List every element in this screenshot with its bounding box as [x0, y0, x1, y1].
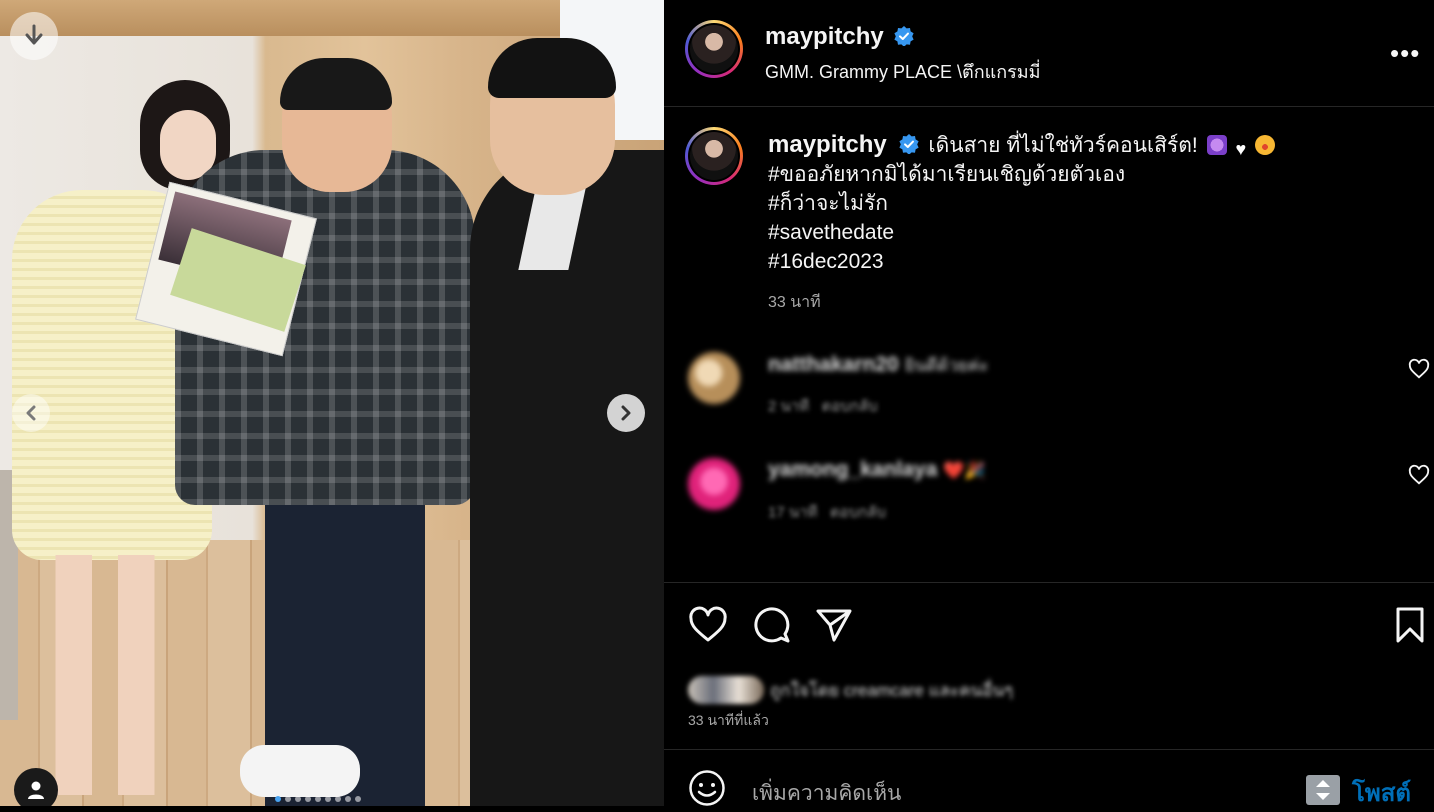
author-name-row: maypitchy: [765, 23, 914, 51]
tagged-users-button[interactable]: [14, 768, 58, 806]
comment-text: ยินดีด้วยค่ะ: [904, 356, 989, 375]
caption-text: เดินสาย ที่ไม่ใช่ทัวร์คอนเสิร์ต!: [928, 134, 1198, 157]
caption-avatar[interactable]: [685, 127, 743, 185]
comment-input[interactable]: เพิ่มความคิดเห็น: [752, 777, 901, 810]
grammarly-widget-icon[interactable]: [1306, 775, 1340, 805]
post-caption: maypitchy เดินสาย ที่ไม่ใช่ทัวร์คอนเสิร์…: [768, 130, 1408, 317]
praying-hands-emoji-icon: [1206, 135, 1227, 155]
post-location[interactable]: GMM. Grammy PLACE \ตึกแกรมมี่: [765, 57, 1041, 86]
white-heart-emoji-icon: ♥: [1235, 139, 1247, 159]
comment-bubble-icon[interactable]: [752, 605, 792, 645]
caption-timestamp: 33 นาที: [768, 294, 821, 311]
carousel-dot: [345, 796, 351, 802]
hashtag-date[interactable]: #16dec2023: [768, 247, 1408, 276]
comment-avatar[interactable]: [688, 352, 740, 404]
user-icon: [28, 781, 44, 799]
chevron-right-icon: [621, 405, 631, 421]
carousel-dot: [335, 796, 341, 802]
share-send-icon[interactable]: [814, 605, 854, 645]
more-options-button[interactable]: •••: [1390, 38, 1420, 69]
carousel-next-button[interactable]: [607, 394, 645, 432]
comment-bar: เพิ่มความคิดเห็น โพสต์: [664, 749, 1434, 807]
like-heart-icon[interactable]: [688, 605, 728, 645]
carousel-dot: [355, 796, 361, 802]
post-actions: ถูกใจโดย creamcare และคนอื่นๆ 33 นาทีที่…: [664, 582, 1434, 750]
arrow-down-icon: [25, 24, 43, 45]
comment-username[interactable]: yamong_kanlaya: [768, 458, 937, 481]
author-username[interactable]: maypitchy: [765, 23, 884, 50]
comment-avatar[interactable]: [688, 458, 740, 510]
up-down-arrows-icon: [1316, 780, 1330, 800]
post-side-panel: maypitchy GMM. Grammy PLACE \ตึกแกรมมี่ …: [664, 0, 1434, 807]
carousel-dot: [315, 796, 321, 802]
photo-shoe: [240, 745, 360, 797]
verified-badge-icon: [898, 134, 919, 154]
reply-button[interactable]: ตอบกลับ: [822, 398, 878, 415]
carousel-dot: [295, 796, 301, 802]
emoji-smile-icon[interactable]: [688, 769, 726, 807]
carousel-dot: [305, 796, 311, 802]
post-time-ago: 33 นาทีที่แล้ว: [688, 712, 769, 728]
photo-man-hair: [280, 58, 392, 110]
hashtag-song[interactable]: #ก็ว่าจะไม่รัก: [768, 189, 1408, 218]
caption-username[interactable]: maypitchy: [768, 131, 887, 158]
hashtag-invite[interactable]: #ขออภัยหากมิได้มาเรียนเชิญด้วยตัวเอง: [768, 160, 1408, 189]
photo-woman-legs: [40, 555, 170, 795]
comment-like-heart-icon[interactable]: [1408, 358, 1430, 380]
author-avatar[interactable]: [685, 20, 743, 78]
chevron-left-icon: [26, 405, 36, 421]
verified-badge-icon: [894, 26, 914, 46]
comment-username[interactable]: natthakarn20: [768, 353, 899, 376]
more-horizontal-icon: •••: [1390, 38, 1421, 68]
liker-avatars: [688, 676, 764, 704]
carousel-dot: [275, 796, 281, 802]
comment-like-heart-icon[interactable]: [1408, 464, 1430, 486]
bookmark-save-icon[interactable]: [1390, 605, 1430, 645]
carousel-indicator: [275, 796, 361, 802]
post-comment-button[interactable]: โพสต์: [1352, 773, 1411, 812]
comment-time: 2 นาที: [768, 398, 810, 415]
carousel-dot: [325, 796, 331, 802]
kissing-face-emoji-icon: [1254, 135, 1275, 155]
hashtag-savethedate[interactable]: #savethedate: [768, 218, 1408, 247]
carousel-prev-button[interactable]: [12, 394, 50, 432]
liked-by-row[interactable]: ถูกใจโดย creamcare และคนอื่นๆ: [688, 675, 1013, 705]
carousel-dot: [285, 796, 291, 802]
post-header: maypitchy GMM. Grammy PLACE \ตึกแกรมมี่ …: [664, 0, 1434, 107]
comment-text: ❤️🎉: [943, 461, 986, 480]
reply-button[interactable]: ตอบกลับ: [830, 504, 886, 521]
post-photo[interactable]: [0, 0, 664, 806]
comment-time: 17 นาที: [768, 504, 818, 521]
liked-by-text: ถูกใจโดย creamcare และคนอื่นๆ: [770, 680, 1014, 700]
download-button[interactable]: [10, 12, 58, 60]
